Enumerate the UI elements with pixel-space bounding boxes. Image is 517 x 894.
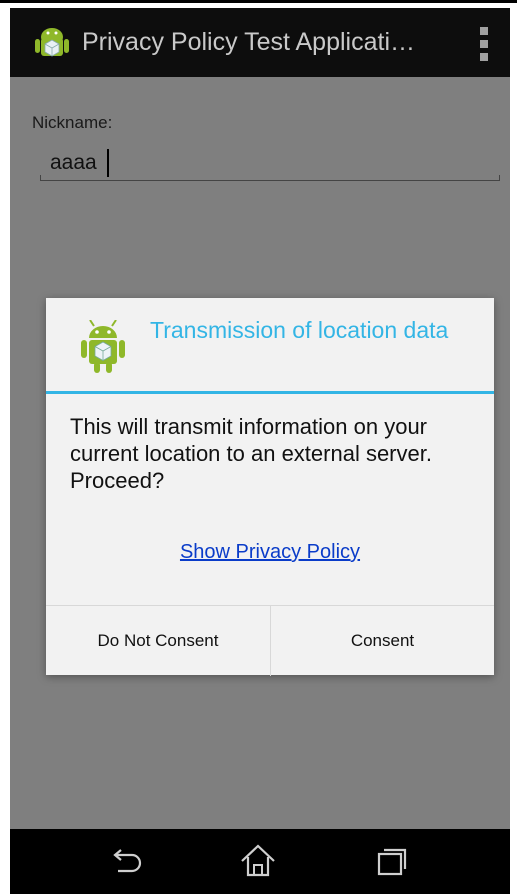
dialog-message: This will transmit information on your c… <box>70 414 432 493</box>
consent-button[interactable]: Consent <box>270 606 494 676</box>
action-bar: Privacy Policy Test Applicati… <box>10 8 510 77</box>
nickname-label: Nickname: <box>32 113 113 132</box>
dialog-title: Transmission of location data <box>150 317 449 343</box>
home-icon[interactable] <box>236 841 280 881</box>
input-underline <box>40 180 500 181</box>
main-content: Nickname: aaaa Transmission of location … <box>10 77 510 829</box>
screenshot-border <box>0 0 517 3</box>
overflow-menu-icon[interactable] <box>480 27 488 61</box>
dialog-header: Transmission of location data <box>46 298 494 392</box>
android-robot-icon[interactable] <box>32 23 72 63</box>
input-edge-right <box>499 175 500 181</box>
device-screen: Privacy Policy Test Applicati… Nickname:… <box>10 8 510 894</box>
consent-dialog: Transmission of location data This will … <box>46 298 494 676</box>
text-cursor <box>107 149 109 177</box>
nickname-value: aaaa <box>50 151 97 174</box>
do-not-consent-button[interactable]: Do Not Consent <box>46 606 270 676</box>
dialog-title-divider <box>46 391 494 394</box>
navigation-bar <box>10 829 510 894</box>
app-title: Privacy Policy Test Applicati… <box>82 28 415 56</box>
back-icon[interactable] <box>102 841 146 881</box>
input-edge-left <box>40 175 41 181</box>
nickname-input[interactable]: aaaa <box>40 149 500 181</box>
dialog-button-bar: Do Not Consent Consent <box>46 605 494 676</box>
recent-apps-icon[interactable] <box>369 841 413 881</box>
android-robot-icon <box>81 320 125 373</box>
show-privacy-policy-link[interactable]: Show Privacy Policy <box>46 541 494 564</box>
